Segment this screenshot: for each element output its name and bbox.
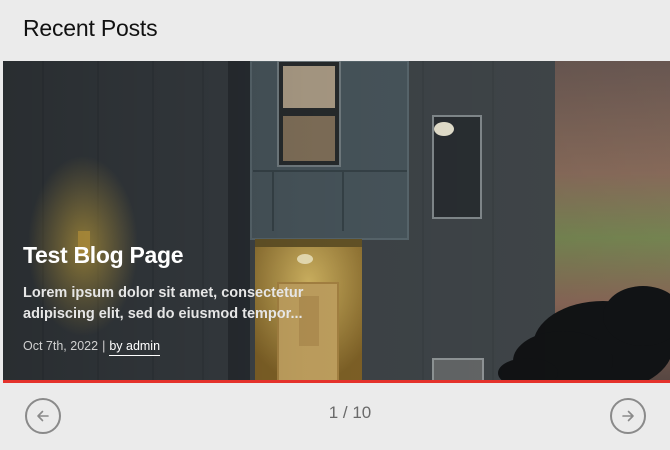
section-title: Recent Posts xyxy=(23,15,158,41)
next-slide-button[interactable] xyxy=(610,398,646,434)
arrow-right-icon xyxy=(622,410,634,422)
post-author-link[interactable]: by admin xyxy=(109,339,161,356)
post-date: Oct 7th, 2022 xyxy=(23,339,99,353)
meta-separator: | xyxy=(102,339,106,353)
slide-accent-bar xyxy=(3,380,670,383)
slide-counter: 1 / 10 xyxy=(328,403,372,422)
post-excerpt: Lorem ipsum dolor sit amet, consectetur … xyxy=(23,285,304,322)
image-overlay xyxy=(3,61,670,383)
post-slide[interactable]: Test Blog Page Lorem ipsum dolor sit ame… xyxy=(3,61,670,383)
post-meta: Oct 7th, 2022 | by admin xyxy=(23,339,161,356)
post-title[interactable]: Test Blog Page xyxy=(23,242,184,269)
